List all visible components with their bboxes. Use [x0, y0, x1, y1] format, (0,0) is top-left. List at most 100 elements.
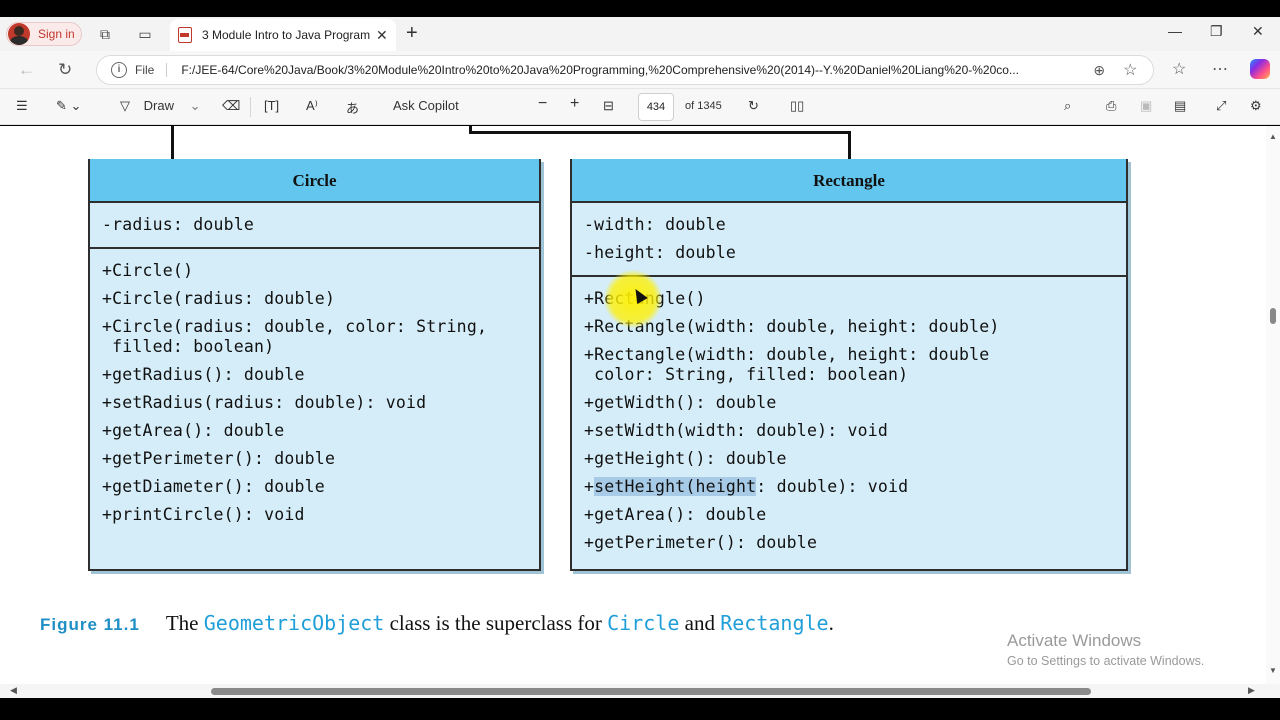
settings-gear-icon[interactable]: ⚙ [1250, 98, 1262, 114]
rectangle-method: +Rectangle(width: double, height: double… [584, 345, 990, 384]
rectangle-fields: -width: double -height: double [572, 203, 1126, 277]
close-window-icon[interactable]: ✕ [1252, 23, 1264, 40]
caption-text: class is the superclass for [384, 611, 608, 635]
zoom-icon[interactable]: ⊕ [1093, 62, 1105, 79]
rectangle-class-box: Rectangle -width: double -height: double… [570, 159, 1128, 571]
copilot-icon[interactable] [1250, 59, 1270, 79]
translate-icon[interactable]: あ [346, 98, 359, 117]
text-box-icon[interactable]: [T] [264, 98, 279, 113]
new-tab-button[interactable]: + [406, 22, 418, 45]
circle-methods: +Circle() +Circle(radius: double) +Circl… [90, 249, 539, 535]
scroll-up-icon[interactable]: ▲ [1269, 132, 1277, 141]
page-total-label: of 1345 [685, 100, 722, 112]
watermark-title: Activate Windows [1007, 631, 1142, 650]
contents-icon[interactable]: ☰ [16, 98, 28, 114]
pdf-file-icon [178, 27, 192, 43]
circle-class-name: Circle [90, 159, 539, 203]
caption-code: Circle [607, 611, 680, 635]
caption-text: and [679, 611, 721, 635]
fullscreen-icon[interactable]: ⤢ [1216, 98, 1226, 114]
eraser-icon[interactable]: ⌫ [222, 98, 240, 114]
tab-active[interactable]: 3 Module Intro to Java Programm ✕ [170, 19, 396, 51]
screen: Sign in ⧉ ▭ 3 Module Intro to Java Progr… [0, 0, 1280, 720]
zoom-in-icon[interactable]: + [570, 95, 579, 113]
page-view-icon[interactable]: ▯▯ [790, 98, 804, 114]
zoom-out-icon[interactable]: − [538, 95, 547, 113]
scroll-right-icon[interactable]: ▶ [1248, 685, 1255, 696]
circle-class-box: Circle -radius: double +Circle() +Circle… [88, 159, 541, 571]
url-text[interactable]: F:/JEE-64/Core%20Java/Book/3%20Module%20… [181, 63, 1075, 77]
avatar [8, 23, 30, 45]
highlight-icon[interactable]: ✎ ⌄ [56, 98, 81, 114]
restore-icon[interactable]: ❐ [1210, 23, 1223, 40]
rectangle-method: +Rectangle(width: double, height: double… [584, 317, 1000, 336]
circle-method: +getDiameter(): double [102, 477, 325, 496]
rectangle-method: +getPerimeter(): double [584, 533, 818, 552]
address-bar-row: ← ↻ i File F:/JEE-64/Core%20Java/Book/3%… [0, 51, 1280, 89]
connector-line [848, 131, 851, 159]
horizontal-scrollbar[interactable]: ◀ ▶ [0, 684, 1266, 698]
rectangle-field: -height: double [584, 243, 737, 262]
figure-caption: Figure 11.1 The GeometricObject class is … [40, 611, 834, 636]
figure-label: Figure 11.1 [40, 615, 140, 634]
scrollbar-corner [1266, 684, 1280, 698]
chevron-down-icon: ⌄ [189, 98, 201, 113]
circle-method: +setRadius(radius: double): void [102, 393, 427, 412]
circle-method: +getRadius(): double [102, 365, 305, 384]
tab-actions-icon[interactable]: ▭ [136, 25, 154, 43]
tab-close-icon[interactable]: ✕ [376, 27, 388, 44]
page-number-input[interactable]: 434 [638, 93, 674, 121]
draw-label: Draw [143, 98, 174, 113]
rectangle-field: -width: double [584, 215, 726, 234]
circle-method: +getPerimeter(): double [102, 449, 336, 468]
pdf-page: Circle -radius: double +Circle() +Circle… [0, 126, 1266, 684]
print-icon[interactable]: ⎙ [1106, 98, 1116, 114]
circle-field: -radius: double [102, 215, 255, 234]
letterbox-bar [0, 698, 1280, 720]
save-as-icon[interactable]: ▤ [1174, 98, 1186, 114]
circle-method: +Circle() [102, 261, 194, 280]
file-scheme-label: File [135, 63, 168, 77]
sign-in-label: Sign in [38, 27, 75, 41]
caption-code: GeometricObject [203, 611, 385, 635]
scroll-down-icon[interactable]: ▼ [1269, 666, 1277, 675]
info-icon[interactable]: i [111, 62, 127, 78]
search-icon[interactable]: ⌕ [1064, 98, 1071, 114]
circle-method: +Circle(radius: double, color: String, f… [102, 317, 488, 356]
draw-button[interactable]: ▽ Draw ⌄ [120, 98, 201, 114]
workspaces-icon[interactable]: ⧉ [96, 25, 114, 43]
vertical-scrollbar[interactable]: ▲ ▼ [1266, 126, 1280, 684]
refresh-icon[interactable]: ↻ [58, 60, 72, 80]
scrollbar-thumb[interactable] [1270, 308, 1276, 324]
rectangle-method: +getArea(): double [584, 505, 767, 524]
draw-icon: ▽ [120, 98, 130, 113]
read-aloud-icon[interactable]: A⁾ [306, 98, 318, 114]
back-icon[interactable]: ← [18, 60, 35, 80]
browser-title-bar: Sign in ⧉ ▭ 3 Module Intro to Java Progr… [0, 17, 1280, 51]
caption-text: . [828, 611, 834, 635]
circle-method: +printCircle(): void [102, 505, 305, 524]
ask-copilot-button[interactable]: Ask Copilot [393, 98, 459, 113]
favorites-icon[interactable]: ☆ [1172, 59, 1186, 79]
scroll-left-icon[interactable]: ◀ [10, 685, 17, 696]
circle-fields: -radius: double [90, 203, 539, 249]
rotate-icon[interactable]: ↻ [748, 98, 759, 114]
tab-title: 3 Module Intro to Java Programm [202, 28, 370, 42]
fit-to-width-icon[interactable]: ⊟ [603, 98, 614, 114]
scrollbar-thumb[interactable] [211, 688, 1091, 695]
sign-in-button[interactable]: Sign in [6, 22, 82, 46]
rectangle-method: +getWidth(): double [584, 393, 777, 412]
address-bar[interactable]: i File F:/JEE-64/Core%20Java/Book/3%20Mo… [96, 55, 1154, 85]
more-menu-icon[interactable]: ⋯ [1212, 59, 1228, 79]
selected-text[interactable]: setHeight(height [594, 477, 757, 496]
favorite-star-icon[interactable]: ☆ [1123, 60, 1137, 80]
save-icon[interactable]: ▣ [1140, 98, 1152, 114]
caption-code: Rectangle [720, 611, 829, 635]
connector-line [469, 131, 851, 134]
method-suffix: : double): void [756, 477, 909, 496]
minimize-icon[interactable]: — [1168, 23, 1182, 39]
rectangle-method-sethight: +setHeight(height: double): void [584, 473, 1114, 501]
rectangle-method: +getHeight(): double [584, 449, 787, 468]
method-prefix: + [584, 477, 595, 496]
rectangle-methods: +Rectangle() +Rectangle(width: double, h… [572, 277, 1126, 563]
